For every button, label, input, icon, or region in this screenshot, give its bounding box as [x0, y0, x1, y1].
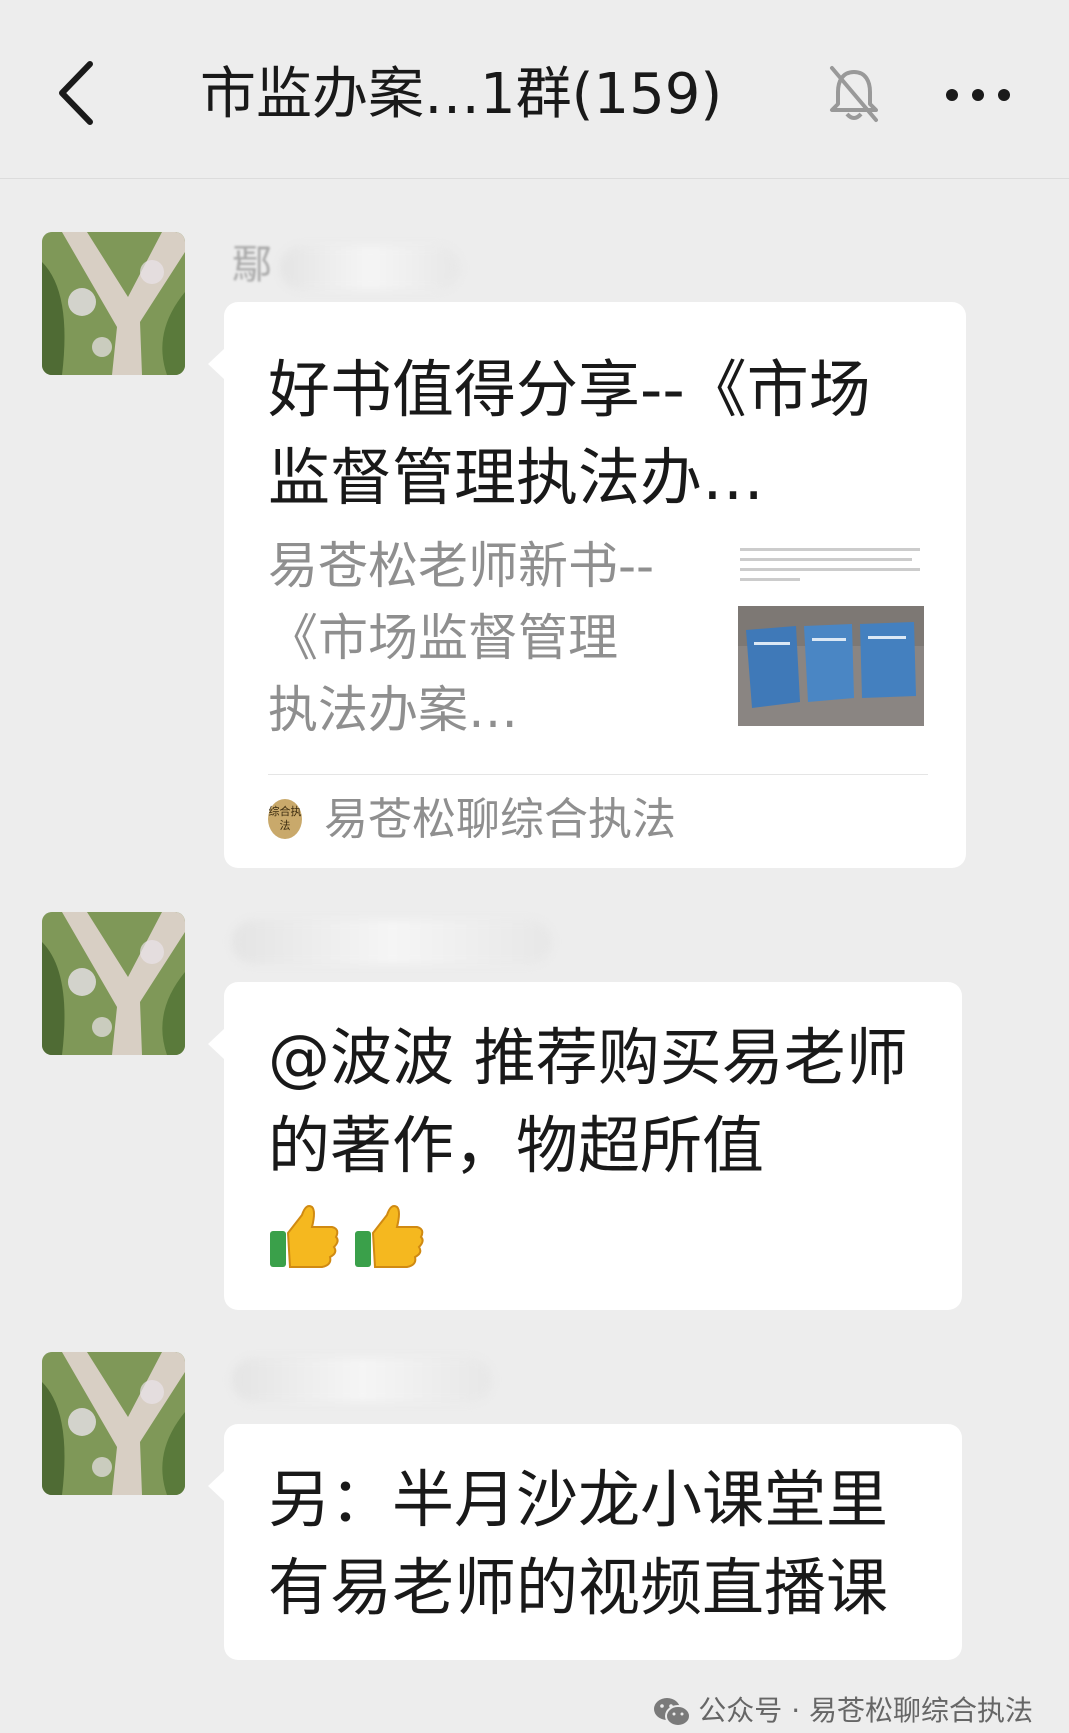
thumbs-up-icon	[270, 1205, 339, 1268]
avatar-image	[42, 1352, 185, 1495]
watermark-text: 公众号 · 易苍松聊综合执法	[698, 1694, 1033, 1727]
text-message[interactable]: 另：半月沙龙小课堂里有易老师的视频直播课	[208, 1424, 962, 1660]
text-message[interactable]: @波波 推荐购买易老师的著作，物超所值	[208, 982, 962, 1310]
emoji-row	[268, 1197, 433, 1277]
message-text: 另：半月沙龙小课堂里有易老师的视频直播课	[268, 1463, 889, 1624]
avatar-image	[42, 232, 185, 375]
blurred-name	[232, 1358, 492, 1402]
blurred-name	[232, 920, 552, 964]
link-card-message[interactable]: 好书值得分享--《市场监督管理执法办… 易苍松老师新书--《市场监督管理执法办案…	[208, 302, 966, 868]
blurred-name	[280, 246, 460, 290]
avatar[interactable]	[42, 912, 185, 1055]
source-avatar: 综合执法	[268, 799, 302, 839]
more-icon[interactable]	[943, 84, 1013, 106]
avatar[interactable]	[42, 232, 185, 375]
chat-title[interactable]: 市监办案…1群(159)	[200, 55, 760, 135]
wechat-icon	[654, 1698, 692, 1727]
thumbs-up-icon	[355, 1205, 424, 1268]
mute-bell-icon	[830, 66, 878, 122]
message-text: @波波 推荐购买易老师的著作，物超所值	[268, 1021, 908, 1182]
card-divider	[268, 774, 928, 775]
watermark: 公众号 · 易苍松聊综合执法	[652, 1693, 1033, 1729]
avatar[interactable]	[42, 1352, 185, 1495]
source-name: 易苍松聊综合执法	[324, 794, 676, 845]
back-icon[interactable]	[52, 58, 102, 128]
card-description: 易苍松老师新书--《市场监督管理执法办案…	[268, 537, 655, 739]
card-title: 好书值得分享--《市场监督管理执法办…	[268, 353, 871, 514]
card-thumbnail	[738, 542, 924, 726]
sender-name: 鄢	[232, 242, 272, 288]
chat-header: 市监办案…1群(159)	[0, 0, 1069, 179]
avatar-image	[42, 912, 185, 1055]
